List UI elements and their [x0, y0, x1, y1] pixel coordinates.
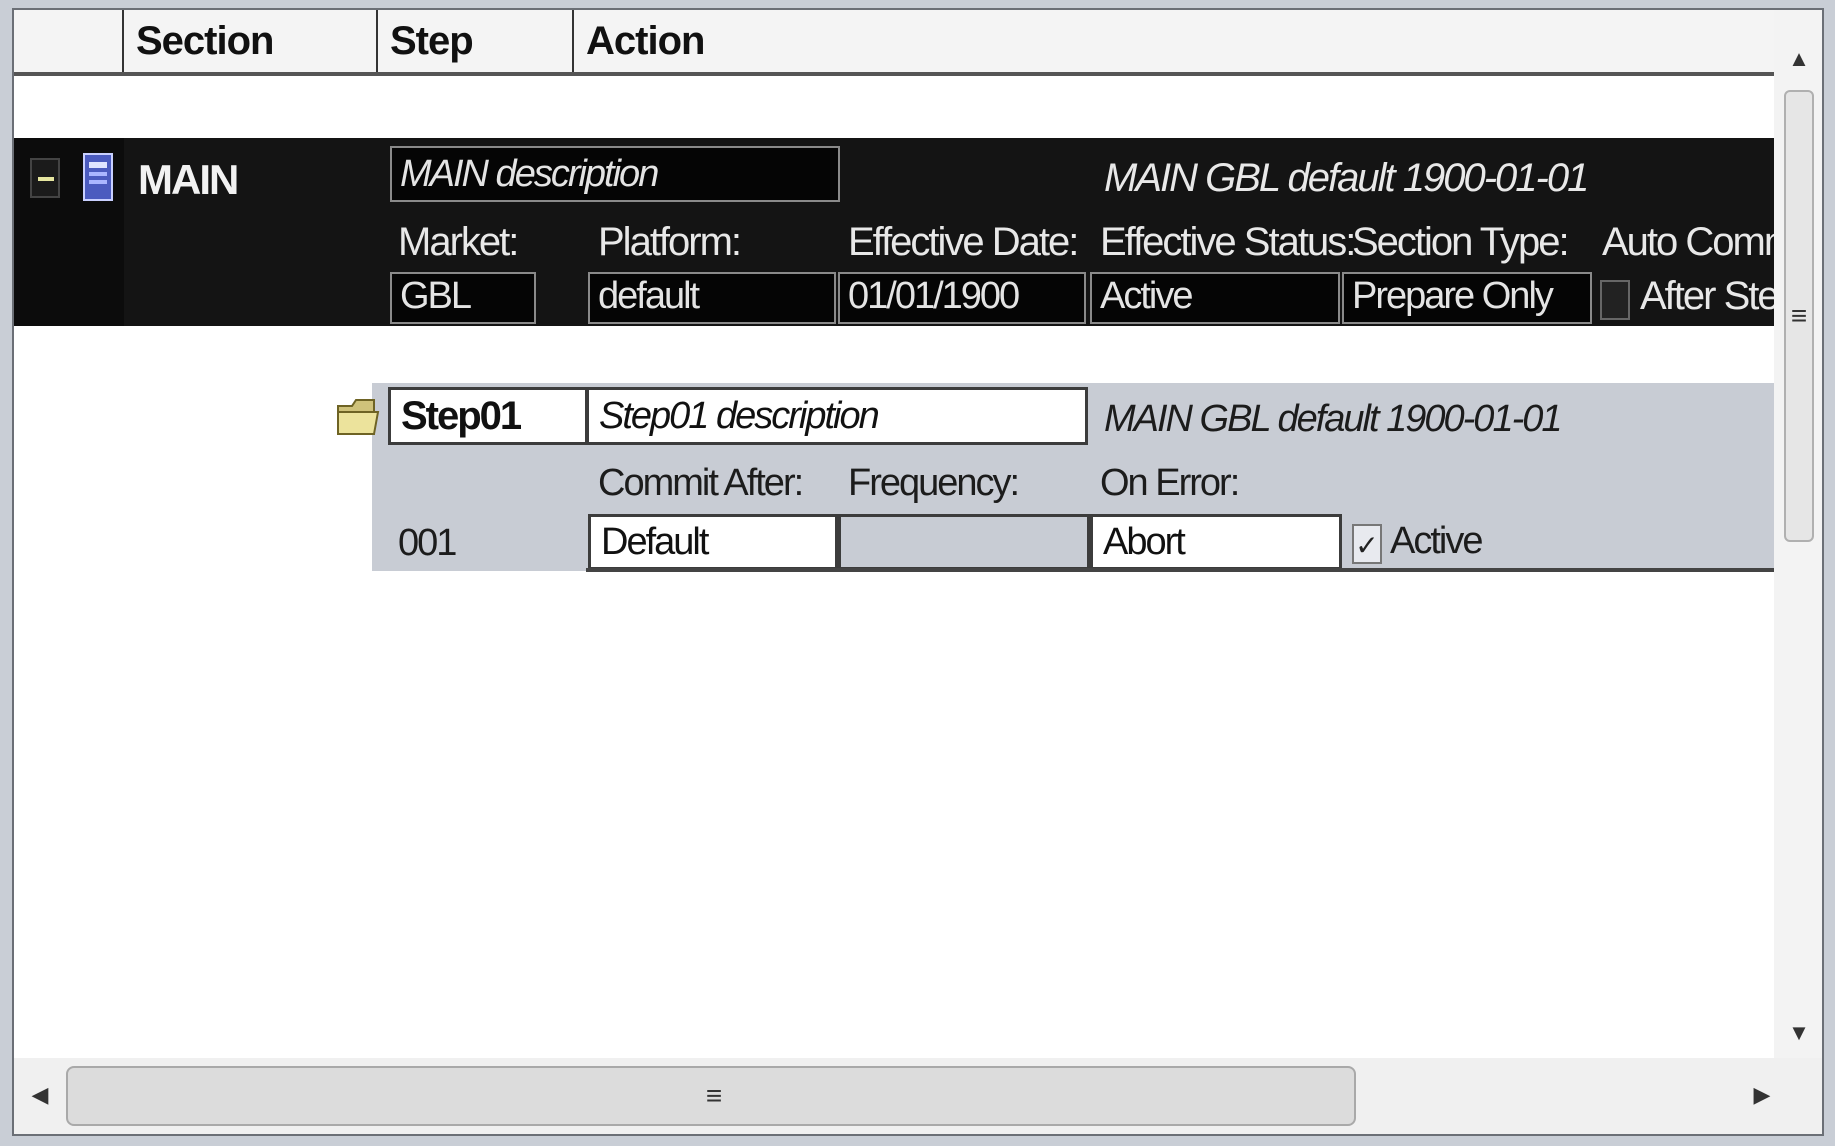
- section-description-field[interactable]: MAIN description: [390, 146, 840, 202]
- scroll-left-icon[interactable]: ◀: [28, 1082, 52, 1108]
- effective-date-field[interactable]: 01/01/1900: [838, 272, 1086, 324]
- folder-icon: [334, 392, 382, 442]
- scroll-down-icon[interactable]: ▼: [1784, 1020, 1814, 1046]
- minus-icon[interactable]: [30, 158, 60, 198]
- section-summary: MAIN GBL default 1900-01-01: [1104, 156, 1589, 200]
- scroll-right-icon[interactable]: ▶: [1750, 1082, 1774, 1108]
- active-checkbox[interactable]: ✓: [1352, 524, 1382, 564]
- step-name-field[interactable]: Step01: [388, 387, 588, 445]
- section-type-label: Section Type:: [1352, 220, 1570, 264]
- step-row-border: [586, 568, 1774, 572]
- column-header-blank[interactable]: [14, 10, 122, 72]
- step-description-field[interactable]: Step01 description: [586, 387, 1088, 445]
- section-type-dropdown[interactable]: Prepare Only: [1342, 272, 1592, 324]
- scroll-up-icon[interactable]: ▲: [1784, 46, 1814, 72]
- frequency-label: Frequency:: [848, 462, 1020, 504]
- step-summary: MAIN GBL default 1900-01-01: [1104, 398, 1562, 440]
- active-label: Active: [1390, 520, 1483, 562]
- section-icon: [78, 150, 118, 204]
- platform-field[interactable]: default: [588, 272, 836, 324]
- grip-icon: ≡: [705, 1080, 723, 1111]
- commit-after-label: Commit After:: [598, 462, 804, 504]
- column-header-section[interactable]: Section: [124, 10, 386, 72]
- frequency-field[interactable]: [838, 514, 1090, 570]
- effective-status-dropdown[interactable]: Active: [1090, 272, 1340, 324]
- scroll-corner: [1774, 1058, 1822, 1134]
- effective-status-label: Effective Status:: [1100, 220, 1356, 264]
- column-header-step[interactable]: Step: [378, 10, 578, 72]
- step-number: 001: [398, 522, 457, 564]
- on-error-label: On Error:: [1100, 462, 1240, 504]
- commit-after-dropdown[interactable]: Default: [588, 514, 838, 570]
- on-error-dropdown[interactable]: Abort: [1090, 514, 1342, 570]
- after-step-checkbox[interactable]: [1600, 280, 1630, 320]
- market-field[interactable]: GBL: [390, 272, 536, 324]
- column-header-action[interactable]: Action: [574, 10, 1074, 72]
- program-editor: Section Step Action MAIN MAIN descriptio…: [12, 8, 1824, 1136]
- section-name[interactable]: MAIN: [138, 156, 239, 204]
- grip-icon: ≡: [1790, 300, 1808, 331]
- effective-date-label: Effective Date:: [848, 220, 1079, 264]
- market-label: Market:: [398, 220, 519, 264]
- platform-label: Platform:: [598, 220, 742, 264]
